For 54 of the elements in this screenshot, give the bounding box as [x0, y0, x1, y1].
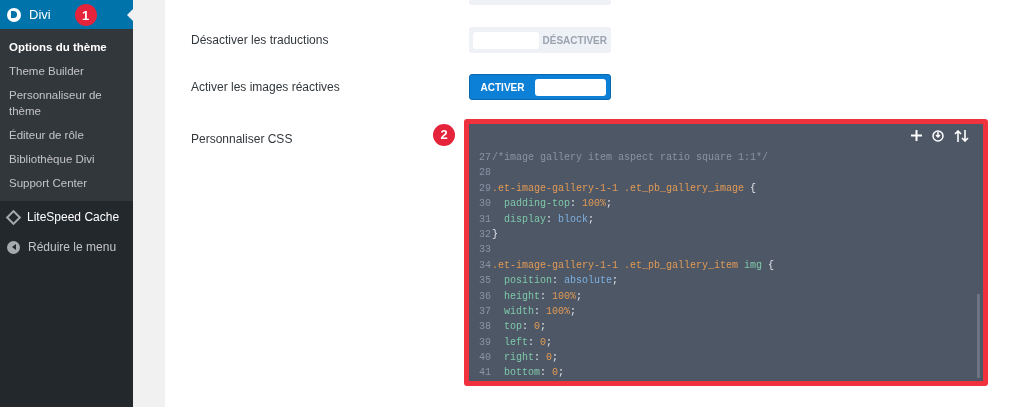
code-line: position: absolute;: [503, 274, 619, 289]
line-number: 33: [478, 243, 491, 258]
code-line: right: 0;: [503, 351, 559, 366]
submenu-item[interactable]: Theme Builder: [0, 59, 133, 83]
line-number: 32: [478, 227, 491, 242]
menu-item[interactable]: Réduire le menu: [0, 233, 133, 261]
line-number: 36: [478, 289, 491, 304]
step-badge: 2: [433, 123, 455, 146]
code-line: left: 0;: [503, 335, 553, 350]
code-line: /*image gallery item aspect ratio square 1:1*/: [492, 151, 769, 165]
line-number: 39: [478, 335, 491, 350]
menu-item[interactable]: Divi 1: [0, 0, 133, 29]
submenu-item[interactable]: Bibliothèque Divi: [0, 147, 133, 171]
code-line: .et-image-gallery-1-1 .et_pb_gallery_item img {: [492, 258, 775, 273]
code-line: bottom: 0;: [503, 366, 565, 381]
line-number: 29: [478, 181, 491, 196]
step-badge: 1: [74, 4, 97, 27]
toggle-switch[interactable]: ACTIVER: [469, 74, 611, 100]
submenu-item[interactable]: Éditeur de rôle: [0, 123, 133, 147]
menu-label: Réduire le menu: [28, 239, 117, 256]
submenu-item[interactable]: Options du thème: [0, 35, 133, 59]
sort-icon[interactable]: [954, 130, 969, 142]
submenu-item[interactable]: Support Center: [0, 171, 133, 195]
line-number: 31: [478, 212, 491, 227]
code-line: display: block;: [503, 212, 595, 227]
code-line: padding-top: 100%;: [503, 197, 613, 212]
code-line: width: 100%;: [503, 304, 577, 319]
setting-label: Désactiver les traductions: [191, 32, 330, 49]
menu-item[interactable]: LiteSpeed Cache: [0, 203, 133, 231]
code-line: }: [492, 227, 498, 242]
toggle-label: DÉSACTIVER: [542, 33, 607, 48]
line-number: 38: [478, 320, 491, 335]
line-number: 41: [478, 366, 491, 381]
setting-label: Personnaliser CSS: [191, 131, 294, 146]
code-line: .et-image-gallery-1-1 .et_pb_gallery_image {: [492, 181, 757, 196]
menu-label: LiteSpeed Cache: [27, 209, 120, 226]
setting-label: Activer les images réactives: [191, 79, 341, 96]
code-line: height: 100%;: [503, 289, 583, 304]
line-number: 27: [478, 151, 491, 165]
line-number: 30: [478, 197, 491, 212]
logo-icon: [7, 7, 21, 22]
line-number: 37: [478, 304, 491, 319]
toggle-knob: [535, 78, 606, 96]
submenu-item[interactable]: Personnaliseur de thème: [0, 83, 133, 123]
menu-label: Divi: [29, 5, 51, 24]
line-number: 34: [478, 258, 491, 273]
code-line: top: 0;: [503, 320, 547, 335]
power-icon[interactable]: [932, 130, 944, 142]
line-number: 28: [478, 166, 491, 181]
line-number: 35: [478, 274, 491, 289]
toggle-label: ACTIVER: [479, 80, 526, 95]
add-icon[interactable]: [911, 130, 922, 141]
line-number: 40: [478, 351, 491, 366]
collapse-icon: [7, 240, 20, 254]
